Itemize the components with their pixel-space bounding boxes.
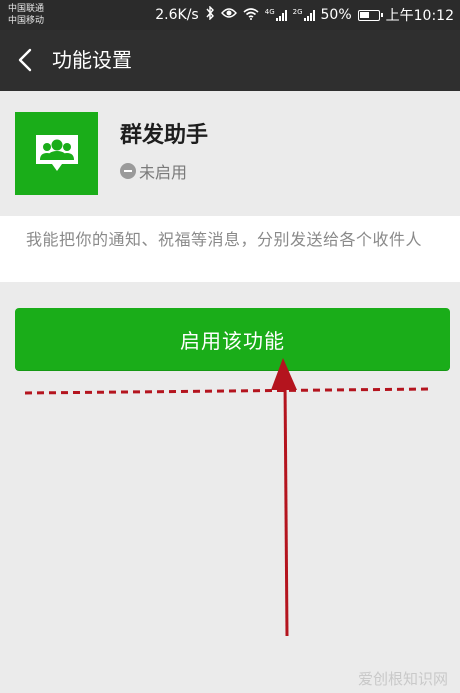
app-name: 群发助手 xyxy=(120,123,209,148)
description-text: 我能把你的通知、祝福等消息，分别发送给各个收件人 xyxy=(26,230,423,249)
group-chat-icon xyxy=(35,134,78,171)
signal-2: 2G xyxy=(293,9,315,21)
description-section: 我能把你的通知、祝福等消息，分别发送给各个收件人 xyxy=(0,216,460,282)
network-type-2: 2G xyxy=(292,8,303,16)
status-bar: 中国联通 中国移动 2.6K/s 4G 2G 50% 上午10:12 xyxy=(0,0,460,30)
back-button[interactable] xyxy=(12,44,42,76)
status-icons: 2.6K/s 4G 2G 50% 上午10:12 xyxy=(155,0,454,30)
signal-bars-2-icon xyxy=(303,9,315,21)
app-status: 未启用 xyxy=(120,159,187,183)
clock: 上午10:12 xyxy=(385,8,454,24)
app-info: 群发助手 未启用 xyxy=(0,91,460,216)
battery-level xyxy=(359,11,369,18)
battery-percent: 50% xyxy=(320,7,352,23)
chevron-left-icon xyxy=(18,48,32,72)
annotation-arrow-shaft xyxy=(283,381,289,637)
battery-icon xyxy=(357,9,383,21)
bluetooth-icon xyxy=(205,5,215,24)
enable-feature-button[interactable]: 启用该功能 xyxy=(15,308,450,370)
disabled-icon xyxy=(120,163,136,179)
wifi-icon xyxy=(243,7,259,24)
app-icon xyxy=(15,112,98,195)
network-speed: 2.6K/s xyxy=(155,7,199,23)
network-type-1: 4G xyxy=(264,8,275,16)
title-bar: 功能设置 xyxy=(0,30,460,91)
eye-icon xyxy=(220,7,237,23)
annotation-dashed-line xyxy=(24,387,431,395)
app-status-label: 未启用 xyxy=(139,163,188,182)
watermark: 爱创根知识网 xyxy=(357,670,448,688)
signal-bars-1-icon xyxy=(275,9,287,21)
carrier-2: 中国移动 xyxy=(8,16,45,26)
page-title: 功能设置 xyxy=(52,48,132,72)
carrier-info: 中国联通 中国移动 xyxy=(8,3,44,27)
signal-1: 4G xyxy=(265,9,287,21)
carrier-1: 中国联通 xyxy=(8,4,45,14)
